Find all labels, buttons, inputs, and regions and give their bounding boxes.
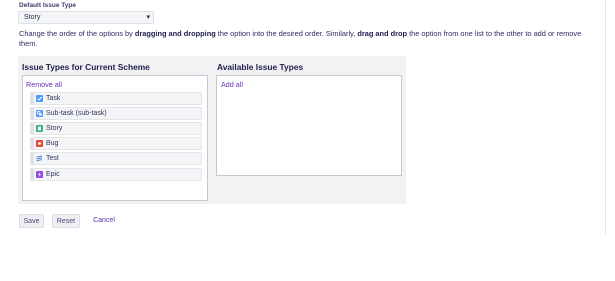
task-icon	[36, 95, 43, 102]
available-types-list[interactable]	[216, 75, 402, 176]
issue-type-label: Task	[46, 94, 61, 102]
default-issue-type-value: Story	[24, 14, 41, 21]
drag-handle[interactable]	[31, 123, 34, 134]
issue-type-label: Story	[46, 124, 63, 132]
issue-type-item-task[interactable]: Task	[30, 92, 202, 105]
drag-handle[interactable]	[31, 138, 34, 149]
save-button[interactable]: Save	[19, 214, 44, 228]
add-all-link[interactable]: Add all	[221, 80, 243, 89]
right-divider	[605, 0, 606, 234]
cancel-link[interactable]: Cancel	[88, 214, 120, 228]
reset-button[interactable]: Reset	[52, 214, 80, 228]
issue-type-label: Epic	[46, 170, 60, 178]
default-issue-type-label: Default Issue Type	[19, 2, 76, 9]
default-issue-type-select[interactable]: Story ▾	[18, 11, 154, 24]
chevron-down-icon: ▾	[146, 14, 150, 21]
issue-type-item-test[interactable]: Test	[30, 152, 202, 165]
drag-handle[interactable]	[31, 108, 34, 119]
remove-all-link[interactable]: Remove all	[26, 80, 62, 89]
drag-handle[interactable]	[31, 153, 34, 164]
epic-icon	[36, 171, 43, 178]
issue-type-item-story[interactable]: Story	[30, 122, 202, 135]
available-types-heading: Available Issue Types	[217, 62, 304, 72]
instructions-text: Change the order of the options by dragg…	[19, 29, 582, 48]
drag-handle[interactable]	[31, 169, 34, 180]
issue-type-scheme-editor: Default Issue Type Story ▾ Change the or…	[0, 0, 615, 281]
issue-type-item-bug[interactable]: Bug	[30, 137, 202, 150]
story-icon	[36, 125, 43, 132]
issue-type-label: Bug	[46, 139, 59, 147]
bug-icon	[36, 140, 43, 147]
issue-type-item-epic[interactable]: Epic	[30, 168, 202, 181]
current-scheme-heading: Issue Types for Current Scheme	[22, 62, 150, 72]
subtask-icon	[36, 110, 43, 117]
issue-type-label: Sub-task (sub-task)	[46, 109, 107, 117]
drag-handle[interactable]	[31, 93, 34, 104]
test-icon	[36, 155, 43, 162]
issue-type-label: Test	[46, 154, 59, 162]
issue-type-item-subtask[interactable]: Sub-task (sub-task)	[30, 107, 202, 120]
